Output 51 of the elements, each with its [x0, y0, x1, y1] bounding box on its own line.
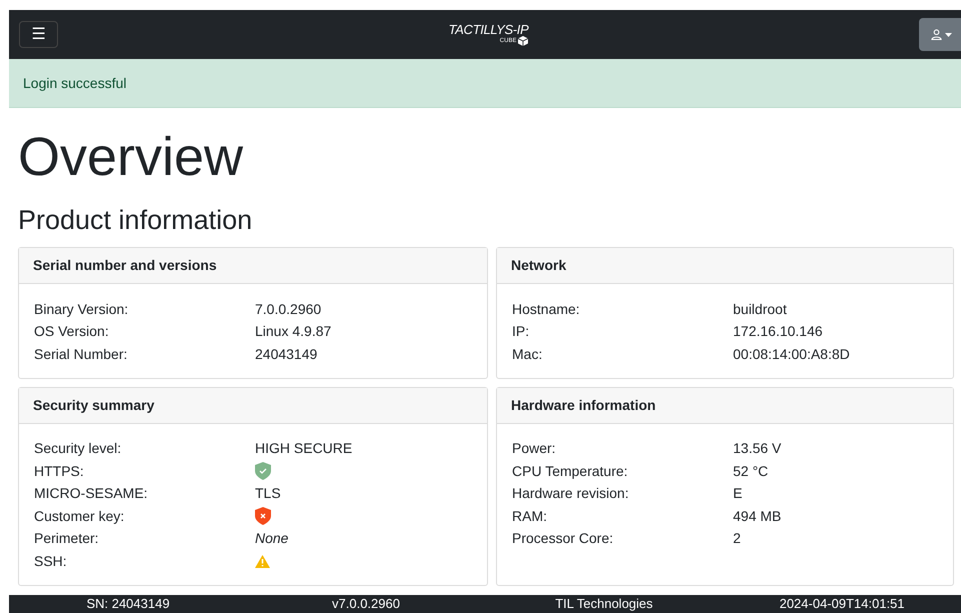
card-header: Serial number and versions [19, 248, 487, 284]
field-label: Perimeter: [34, 529, 100, 548]
field-label: SSH: [34, 552, 68, 571]
footer-text: SN: 24043149 [86, 595, 170, 613]
field-label: Mac: [512, 344, 544, 364]
field-label: Customer key: [34, 506, 126, 526]
user-menu-button[interactable] [918, 18, 961, 51]
warning-icon [255, 554, 270, 568]
field-label: Hostname: [512, 300, 581, 319]
field-value: 00:08:14:00:A8:8D [733, 344, 850, 364]
shield-cross-icon [255, 507, 271, 526]
field-value: buildroot [733, 300, 787, 319]
field-label: Security level: [34, 439, 122, 458]
field-value: Linux 4.9.87 [255, 322, 332, 342]
shield-check-icon [255, 462, 271, 480]
cube-icon [518, 36, 528, 46]
field-label: CPU Temperature: [512, 462, 629, 481]
field-value: 7.0.0.2960 [255, 300, 322, 319]
field-value: TLS [255, 484, 281, 504]
logo-title: TACTILLYS-IP [448, 23, 528, 36]
field-label: Power: [512, 439, 557, 458]
card-header: Hardware information [497, 388, 953, 424]
caret-icon [944, 32, 952, 36]
field-value: E [733, 484, 742, 504]
field-label: Hardware revision: [512, 484, 630, 504]
field-value: 52 °C [733, 462, 768, 481]
field-value: None [255, 529, 288, 548]
field-label: MICRO-SESAME: [34, 484, 149, 504]
field-value: HIGH SECURE [255, 439, 352, 458]
field-value: 13.56 V [733, 439, 782, 458]
menu-button[interactable]: ☰ [19, 21, 58, 48]
field-label: Processor Core: [512, 529, 614, 548]
field-value: 172.16.10.146 [733, 322, 823, 342]
user-icon [930, 29, 942, 40]
field-label: RAM: [512, 506, 548, 526]
field-label: OS Version: [34, 322, 110, 342]
field-label: Binary Version: [34, 300, 130, 319]
field-value: 2 [733, 529, 741, 548]
page-title: Overview [18, 130, 244, 184]
field-value: 494 MB [733, 506, 782, 526]
footer-text: v7.0.0.2960 [332, 595, 400, 613]
field-label: IP: [512, 322, 530, 342]
section-heading: Product information [18, 207, 254, 234]
footer-text: 2024-04-09T14:01:51 [779, 595, 905, 613]
field-label: Serial Number: [34, 344, 128, 364]
card-header: Security summary [19, 388, 487, 424]
field-label: HTTPS: [34, 462, 85, 481]
footer-text: TIL Technologies [555, 595, 653, 613]
alert-text: Login successful [23, 74, 127, 93]
card-header: Network [497, 248, 953, 284]
field-value: 24043149 [255, 344, 318, 364]
